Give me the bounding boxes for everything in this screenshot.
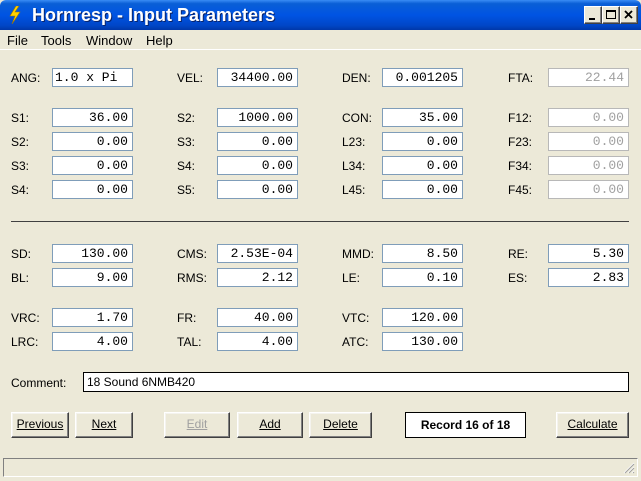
s3-label: S3: <box>11 159 30 173</box>
s4b-field[interactable]: 0.00 <box>217 156 298 175</box>
bl-label: BL: <box>11 271 30 285</box>
re-label: RE: <box>508 247 529 261</box>
tal-field[interactable]: 4.00 <box>217 332 298 351</box>
s2-field[interactable]: 0.00 <box>52 132 133 151</box>
fta-field: 22.44 <box>548 68 629 87</box>
close-icon <box>624 10 633 19</box>
s5b-label: S5: <box>177 183 196 197</box>
f45-field: 0.00 <box>548 180 629 199</box>
vel-field[interactable]: 34400.00 <box>217 68 298 87</box>
comment-label: Comment: <box>11 376 67 390</box>
tal-label: TAL: <box>177 335 202 349</box>
f34-label: F34: <box>508 159 533 173</box>
edit-button[interactable]: Edit <box>164 412 230 438</box>
mmd-field[interactable]: 8.50 <box>382 244 463 263</box>
next-button[interactable]: Next <box>75 412 133 438</box>
den-field[interactable]: 0.001205 <box>382 68 463 87</box>
menu-tools[interactable]: Tools <box>41 33 71 48</box>
vrc-field[interactable]: 1.70 <box>52 308 133 327</box>
fta-label: FTA: <box>508 71 534 85</box>
l45-field[interactable]: 0.00 <box>382 180 463 199</box>
vrc-label: VRC: <box>11 311 40 325</box>
f12-label: F12: <box>508 111 533 125</box>
minimize-icon <box>589 18 595 20</box>
menu-bar: File Tools Window Help <box>0 30 641 50</box>
atc-label: ATC: <box>342 335 369 349</box>
s1-label: S1: <box>11 111 30 125</box>
re-field[interactable]: 5.30 <box>548 244 629 263</box>
f12-field: 0.00 <box>548 108 629 127</box>
vtc-field[interactable]: 120.00 <box>382 308 463 327</box>
maximize-icon <box>606 10 616 19</box>
title-bar[interactable]: Hornresp - Input Parameters <box>0 0 641 30</box>
section-divider <box>11 221 629 222</box>
cms-label: CMS: <box>177 247 207 261</box>
record-indicator: Record 16 of 18 <box>405 412 526 438</box>
resize-grip-icon[interactable] <box>623 462 635 474</box>
s2b-field[interactable]: 1000.00 <box>217 108 298 127</box>
menu-help[interactable]: Help <box>146 33 173 48</box>
lrc-field[interactable]: 4.00 <box>52 332 133 351</box>
rms-label: RMS: <box>177 271 207 285</box>
s4-label: S4: <box>11 183 30 197</box>
es-label: ES: <box>508 271 528 285</box>
fr-label: FR: <box>177 311 197 325</box>
rms-field[interactable]: 2.12 <box>217 268 298 287</box>
atc-field[interactable]: 130.00 <box>382 332 463 351</box>
f34-field: 0.00 <box>548 156 629 175</box>
menu-file[interactable]: File <box>7 33 28 48</box>
l34-label: L34: <box>342 159 366 173</box>
con-label: CON: <box>342 111 372 125</box>
minimize-button[interactable] <box>584 6 602 24</box>
status-bar <box>3 458 638 477</box>
con-field[interactable]: 35.00 <box>382 108 463 127</box>
l23-label: L23: <box>342 135 366 149</box>
f23-label: F23: <box>508 135 533 149</box>
le-field[interactable]: 0.10 <box>382 268 463 287</box>
lrc-label: LRC: <box>11 335 39 349</box>
lightning-bolt-icon <box>9 6 21 24</box>
delete-button[interactable]: Delete <box>309 412 372 438</box>
sd-label: SD: <box>11 247 32 261</box>
menu-window[interactable]: Window <box>86 33 132 48</box>
sd-field[interactable]: 130.00 <box>52 244 133 263</box>
cms-field[interactable]: 2.53E-04 <box>217 244 298 263</box>
previous-button[interactable]: Previous <box>11 412 69 438</box>
es-field[interactable]: 2.83 <box>548 268 629 287</box>
le-label: LE: <box>342 271 361 285</box>
s1-field[interactable]: 36.00 <box>52 108 133 127</box>
add-button[interactable]: Add <box>237 412 303 438</box>
bl-field[interactable]: 9.00 <box>52 268 133 287</box>
vel-label: VEL: <box>177 71 204 85</box>
f23-field: 0.00 <box>548 132 629 151</box>
s3b-field[interactable]: 0.00 <box>217 132 298 151</box>
s2-label: S2: <box>11 135 30 149</box>
calculate-button[interactable]: Calculate <box>556 412 629 438</box>
s3-field[interactable]: 0.00 <box>52 156 133 175</box>
s5b-field[interactable]: 0.00 <box>217 180 298 199</box>
ang-label: ANG: <box>11 71 41 85</box>
l45-label: L45: <box>342 183 366 197</box>
l23-field[interactable]: 0.00 <box>382 132 463 151</box>
comment-input[interactable]: 18 Sound 6NMB420 <box>83 372 629 392</box>
close-button[interactable] <box>620 6 638 24</box>
f45-label: F45: <box>508 183 533 197</box>
s4b-label: S4: <box>177 159 196 173</box>
s2b-label: S2: <box>177 111 196 125</box>
l34-field[interactable]: 0.00 <box>382 156 463 175</box>
window-title: Hornresp - Input Parameters <box>32 5 276 25</box>
s4-field[interactable]: 0.00 <box>52 180 133 199</box>
ang-field[interactable]: 1.0 x Pi <box>52 68 133 87</box>
s3b-label: S3: <box>177 135 196 149</box>
vtc-label: VTC: <box>342 311 370 325</box>
mmd-label: MMD: <box>342 247 374 261</box>
maximize-button[interactable] <box>602 6 620 24</box>
den-label: DEN: <box>342 71 371 85</box>
fr-field[interactable]: 40.00 <box>217 308 298 327</box>
